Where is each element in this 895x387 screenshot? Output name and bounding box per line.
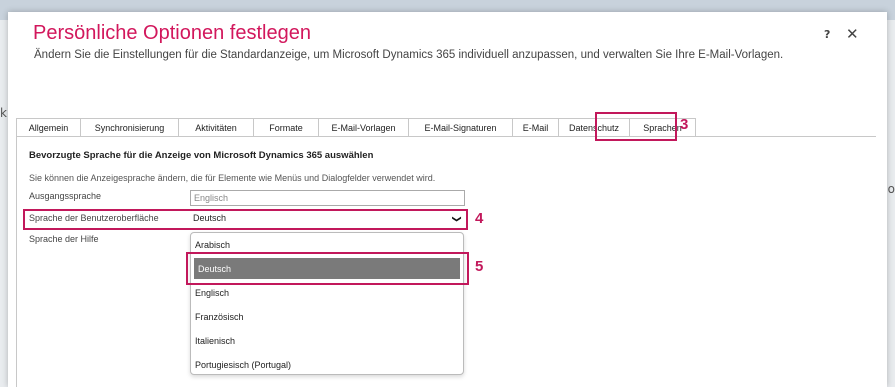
background-text-fragment: o [887, 182, 895, 196]
ui-language-selected-value: Deutsch [193, 213, 227, 223]
dialog-subtitle: Ändern Sie die Einstellungen für die Sta… [34, 49, 784, 61]
tab-aktivitaeten[interactable]: Aktivitäten [178, 118, 254, 136]
tab-bar: Allgemein Synchronisierung Aktivitäten F… [16, 118, 696, 137]
dialog-title: Persönliche Optionen festlegen [33, 22, 311, 44]
ui-language-select[interactable]: Deutsch ❮ [190, 211, 465, 227]
help-button[interactable]: ? [824, 28, 830, 41]
highlight-box-tab [595, 112, 677, 141]
tab-synchronisierung[interactable]: Synchronisierung [80, 118, 179, 136]
dropdown-option-italienisch[interactable]: Italienisch [191, 329, 463, 353]
tab-allgemein[interactable]: Allgemein [16, 118, 81, 136]
tab-email[interactable]: E-Mail [512, 118, 559, 136]
highlight-box-option [186, 252, 469, 285]
section-description: Sie können die Anzeigesprache ändern, di… [29, 173, 436, 183]
tab-formate[interactable]: Formate [253, 118, 319, 136]
close-icon[interactable]: ✕ [846, 25, 859, 43]
base-language-field: Englisch [190, 190, 465, 206]
chevron-down-icon: ❮ [451, 215, 462, 223]
step-number-5: 5 [475, 258, 484, 275]
step-number-3: 3 [680, 116, 689, 133]
dropdown-option-franzoesisch[interactable]: Französisch [191, 305, 463, 329]
tab-email-signaturen[interactable]: E-Mail-Signaturen [408, 118, 513, 136]
help-language-label: Sprache der Hilfe [29, 234, 99, 244]
background-text-fragment: k [0, 106, 7, 120]
ui-language-label: Sprache der Benutzeroberfläche [29, 213, 159, 223]
personal-options-dialog: Persönliche Optionen festlegen Ändern Si… [8, 12, 887, 387]
dropdown-option-portugiesisch[interactable]: Portugiesisch (Portugal) [191, 353, 463, 377]
base-language-label: Ausgangssprache [29, 191, 102, 201]
section-heading: Bevorzugte Sprache für die Anzeige von M… [29, 150, 374, 161]
tab-email-vorlagen[interactable]: E-Mail-Vorlagen [318, 118, 409, 136]
step-number-4: 4 [475, 210, 484, 227]
